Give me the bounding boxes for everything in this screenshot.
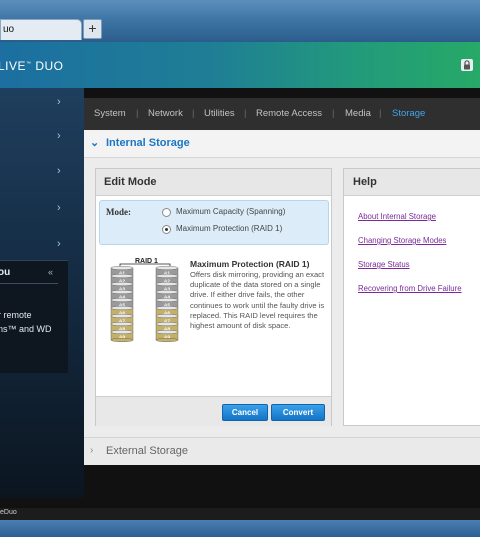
disk-right: A1A2A3A4A5A6A7A8A9 <box>155 265 179 342</box>
brand-logo: LIVE™ DUO <box>0 59 64 73</box>
app-header: LIVE™ DUO <box>0 42 480 88</box>
nav-separator: | <box>244 108 247 119</box>
disk-block-top <box>155 298 179 303</box>
card-title: Help <box>353 176 377 188</box>
nav-separator: | <box>332 108 335 119</box>
disk-base <box>110 337 134 342</box>
help-link-status[interactable]: Storage Status <box>358 260 410 269</box>
disk-base <box>155 337 179 342</box>
nav-separator: | <box>192 108 195 119</box>
main-nav: System | Network | Utilities | Remote Ac… <box>84 98 480 130</box>
edit-mode-footer: Cancel Convert <box>96 396 331 426</box>
browser-frame: uo + <box>0 0 480 42</box>
disk-block-top <box>110 329 134 334</box>
help-card: Help About Internal Storage Changing Sto… <box>343 168 480 426</box>
mode-selector: Mode: Maximum Capacity (Spanning) Maximu… <box>99 200 329 245</box>
description-title: Maximum Protection (RAID 1) <box>190 259 310 269</box>
chevron-right-icon: › <box>57 96 61 108</box>
radio-spanning-label[interactable]: Maximum Capacity (Spanning) <box>176 207 285 216</box>
brand-suffix: DUO <box>31 59 64 73</box>
chevron-right-icon: › <box>90 445 94 456</box>
external-storage-header[interactable]: › External Storage <box>84 437 480 465</box>
chevron-right-icon: › <box>57 130 61 142</box>
internal-storage-header[interactable]: ⌄ Internal Storage <box>84 130 480 158</box>
disk-block-top <box>155 321 179 326</box>
edit-mode-header: Edit Mode <box>96 169 331 196</box>
disk-block-top <box>155 290 179 295</box>
status-text: eDuo <box>0 509 17 516</box>
sidebar-item-1[interactable]: › <box>0 88 84 128</box>
status-bar: eDuo <box>0 508 480 520</box>
collapse-icon[interactable]: « <box>48 267 53 277</box>
left-sidebar: › › › › › ou « r remote ns™ and WD <box>0 88 84 498</box>
browser-tab-title: uo <box>3 24 15 35</box>
disk-block-top <box>110 282 134 287</box>
help-link-recovering[interactable]: Recovering from Drive Failure <box>358 284 462 293</box>
nav-separator: | <box>379 108 382 119</box>
tab-utilities[interactable]: Utilities <box>204 108 235 119</box>
sidebar-help-title: ou <box>0 267 11 278</box>
radio-raid1[interactable] <box>162 225 171 234</box>
section-title: External Storage <box>106 445 188 457</box>
disk-block-top <box>155 265 179 270</box>
chevron-down-icon: ⌄ <box>90 137 100 149</box>
tab-media[interactable]: Media <box>345 108 371 119</box>
help-header: Help <box>344 169 480 196</box>
disk-block-top <box>110 290 134 295</box>
help-link-changing-modes[interactable]: Changing Storage Modes <box>358 236 446 245</box>
tab-remote-access[interactable]: Remote Access <box>256 108 322 119</box>
sidebar-help-panel: ou « r remote ns™ and WD <box>0 260 68 373</box>
disk-left: A1A2A3A4A5A6A7A8A9 <box>110 265 134 342</box>
chevron-right-icon: › <box>57 238 61 250</box>
disk-block-top <box>155 274 179 279</box>
brand-prefix: LIVE <box>0 59 27 73</box>
new-tab-button[interactable]: + <box>83 19 102 39</box>
help-link-about[interactable]: About Internal Storage <box>358 212 436 221</box>
disk-block-top <box>110 321 134 326</box>
radio-spanning[interactable] <box>162 208 171 217</box>
disk-block-top <box>110 306 134 311</box>
tab-system[interactable]: System <box>94 108 126 119</box>
radio-raid1-label[interactable]: Maximum Protection (RAID 1) <box>176 224 282 233</box>
disk-block-top <box>110 298 134 303</box>
tab-storage[interactable]: Storage <box>392 108 425 119</box>
disk-block-top <box>110 265 134 270</box>
browser-tab[interactable]: uo <box>0 19 82 40</box>
tab-network[interactable]: Network <box>148 108 183 119</box>
raid1-diagram: RAID 1 A1A2A3A4A5A6A7A8A9 A1A2A3A4A5A6A7… <box>110 258 179 342</box>
disk-block-top <box>155 282 179 287</box>
chevron-right-icon: › <box>57 202 61 214</box>
taskbar <box>0 520 480 537</box>
storage-panel: ⌄ Internal Storage Edit Mode Mode: Maxim… <box>84 130 480 465</box>
lock-icon[interactable] <box>460 58 474 72</box>
disk-block-top <box>155 314 179 319</box>
sidebar-item-2[interactable]: › <box>0 128 84 168</box>
sidebar-item-4[interactable]: › <box>0 202 84 248</box>
section-title: Internal Storage <box>106 137 190 149</box>
disk-block-top <box>110 314 134 319</box>
sidebar-item-3[interactable]: › <box>0 165 84 208</box>
chevron-right-icon: › <box>57 165 61 177</box>
disk-block-top <box>110 274 134 279</box>
mode-label: Mode: <box>106 207 131 217</box>
disk-block-top <box>155 329 179 334</box>
edit-mode-card: Edit Mode Mode: Maximum Capacity (Spanni… <box>95 168 332 426</box>
sidebar-help-text-1: r remote <box>0 310 32 320</box>
nav-separator: | <box>136 108 139 119</box>
convert-button[interactable]: Convert <box>271 404 325 421</box>
disk-block-top <box>155 306 179 311</box>
sidebar-help-text-2: ns™ and WD <box>0 324 52 334</box>
cancel-button[interactable]: Cancel <box>222 404 268 421</box>
card-title: Edit Mode <box>104 176 157 188</box>
divider <box>0 283 58 284</box>
description-text: Offers disk mirroring, providing an exac… <box>190 270 325 331</box>
